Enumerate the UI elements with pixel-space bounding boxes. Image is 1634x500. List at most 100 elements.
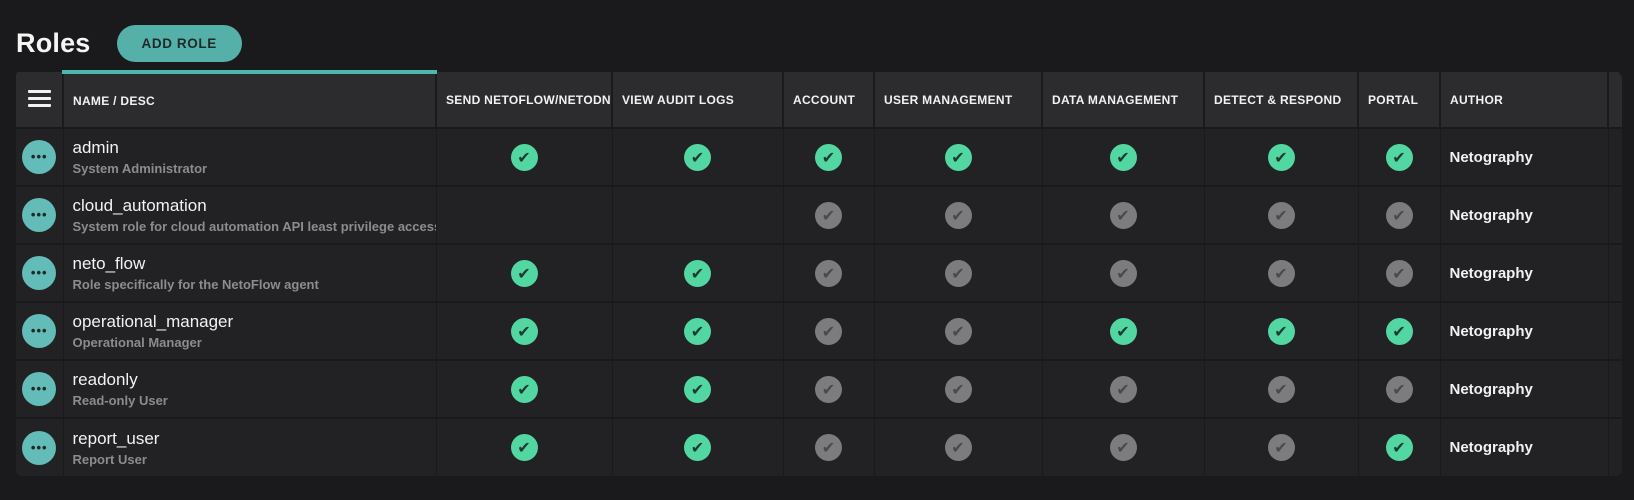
role-name: operational_manager	[72, 312, 234, 331]
role-description: Read-only User	[72, 393, 168, 408]
row-actions-cell: •••	[16, 301, 64, 360]
check-icon	[1385, 317, 1413, 345]
check-icon	[1267, 259, 1295, 287]
check-icon	[1109, 434, 1137, 461]
permission-cell-view-audit-logs	[612, 359, 784, 418]
column-header-user-management[interactable]: USER MANAGEMENT	[874, 72, 1043, 128]
permission-cell-user-management	[874, 301, 1043, 360]
check-icon	[944, 317, 972, 345]
role-name: admin	[72, 138, 119, 157]
permission-cell-data-management	[1042, 301, 1205, 360]
check-icon	[815, 375, 842, 403]
permission-cell-view-audit-logs	[612, 127, 784, 186]
check-icon	[1109, 143, 1137, 171]
permission-cell-user-management	[874, 185, 1043, 244]
check-icon	[815, 143, 842, 171]
row-actions-ellipsis-icon[interactable]: •••	[22, 430, 57, 465]
role-name: cloud_automation	[72, 196, 207, 215]
row-actions-ellipsis-icon[interactable]: •••	[22, 372, 57, 406]
column-header-author[interactable]: AUTHOR	[1440, 72, 1609, 128]
permission-cell-portal	[1358, 417, 1441, 476]
row-spacer	[1608, 359, 1622, 418]
row-actions-cell: •••	[16, 185, 64, 244]
check-icon	[1267, 201, 1295, 229]
check-icon	[944, 434, 972, 461]
check-icon	[1109, 317, 1137, 345]
roles-table: NAME / DESC SEND NETOFLOW/NETODNS VIEW A…	[16, 70, 1622, 476]
permission-cell-data-management	[1042, 359, 1205, 418]
row-spacer	[1608, 127, 1622, 186]
role-name: neto_flow	[72, 254, 146, 273]
check-icon	[684, 317, 711, 345]
column-header-detect-respond[interactable]: DETECT & RESPOND	[1204, 72, 1359, 128]
table-row: ••• report_user Report User Netography	[16, 417, 1622, 476]
permission-cell-portal	[1358, 127, 1441, 186]
check-icon	[684, 259, 711, 287]
permission-cell-user-management	[874, 417, 1043, 476]
table-row: ••• readonly Read-only User Netography	[16, 359, 1622, 418]
column-header-data-management[interactable]: DATA MANAGEMENT	[1042, 72, 1205, 128]
check-icon	[815, 317, 842, 345]
check-icon	[815, 259, 842, 287]
page-header: Roles ADD ROLE	[0, 0, 1634, 70]
row-actions-ellipsis-icon[interactable]: •••	[22, 256, 57, 290]
table-row: ••• operational_manager Operational Mana…	[16, 301, 1622, 360]
row-actions-cell: •••	[16, 359, 64, 418]
check-icon	[1385, 143, 1413, 171]
role-description: Report User	[72, 451, 147, 467]
permission-cell-send-netoflow	[436, 185, 613, 244]
check-icon	[1267, 375, 1295, 403]
name-desc-cell: operational_manager Operational Manager	[63, 301, 437, 360]
hamburger-icon[interactable]	[28, 86, 51, 111]
permission-cell-view-audit-logs	[612, 417, 784, 476]
check-icon	[1109, 201, 1137, 229]
table-menu-header[interactable]	[16, 72, 64, 128]
author-cell: Netography	[1440, 127, 1609, 186]
permission-cell-view-audit-logs	[612, 185, 784, 244]
check-icon	[944, 375, 972, 403]
column-header-portal[interactable]: PORTAL	[1358, 72, 1441, 128]
check-icon	[684, 143, 711, 171]
author-cell: Netography	[1440, 243, 1609, 302]
row-spacer	[1608, 185, 1622, 244]
role-description: Role specifically for the NetoFlow agent	[72, 277, 319, 292]
permission-cell-send-netoflow	[436, 127, 613, 186]
table-row: ••• admin System Administrator Netograph…	[16, 127, 1622, 186]
check-icon	[944, 201, 972, 229]
row-spacer	[1608, 243, 1622, 302]
permission-cell-send-netoflow	[436, 301, 613, 360]
check-icon	[1385, 259, 1413, 287]
name-desc-cell: report_user Report User	[63, 417, 437, 476]
check-icon	[1385, 201, 1413, 229]
check-icon	[815, 434, 842, 461]
column-header-name-desc[interactable]: NAME / DESC	[63, 70, 437, 128]
permission-cell-send-netoflow	[436, 243, 613, 302]
permission-cell-account	[783, 185, 875, 244]
permission-cell-portal	[1358, 301, 1441, 360]
permission-cell-detect-respond	[1204, 185, 1359, 244]
check-icon	[1385, 434, 1413, 461]
add-role-button[interactable]: ADD ROLE	[116, 24, 242, 62]
permission-cell-portal	[1358, 359, 1441, 418]
name-desc-cell: cloud_automation System role for cloud a…	[63, 185, 437, 244]
role-description: Operational Manager	[72, 335, 202, 350]
permission-cell-portal	[1358, 243, 1441, 302]
role-description: System Administrator	[72, 161, 208, 176]
check-icon	[510, 317, 538, 345]
row-actions-ellipsis-icon[interactable]: •••	[22, 140, 57, 174]
check-icon	[684, 434, 711, 461]
row-actions-ellipsis-icon[interactable]: •••	[22, 198, 57, 232]
row-actions-cell: •••	[16, 243, 64, 302]
column-header-account[interactable]: ACCOUNT	[783, 72, 875, 128]
column-header-view-audit-logs[interactable]: VIEW AUDIT LOGS	[612, 72, 784, 128]
author-cell: Netography	[1440, 359, 1609, 418]
page-title: Roles	[16, 27, 91, 58]
permission-cell-account	[783, 417, 875, 476]
column-header-send-netoflow[interactable]: SEND NETOFLOW/NETODNS	[436, 72, 613, 128]
row-actions-ellipsis-icon[interactable]: •••	[22, 314, 57, 348]
check-icon	[510, 375, 538, 403]
permission-cell-account	[783, 359, 875, 418]
row-actions-cell: •••	[16, 127, 64, 186]
permission-cell-data-management	[1042, 185, 1205, 244]
permission-cell-send-netoflow	[436, 417, 613, 476]
